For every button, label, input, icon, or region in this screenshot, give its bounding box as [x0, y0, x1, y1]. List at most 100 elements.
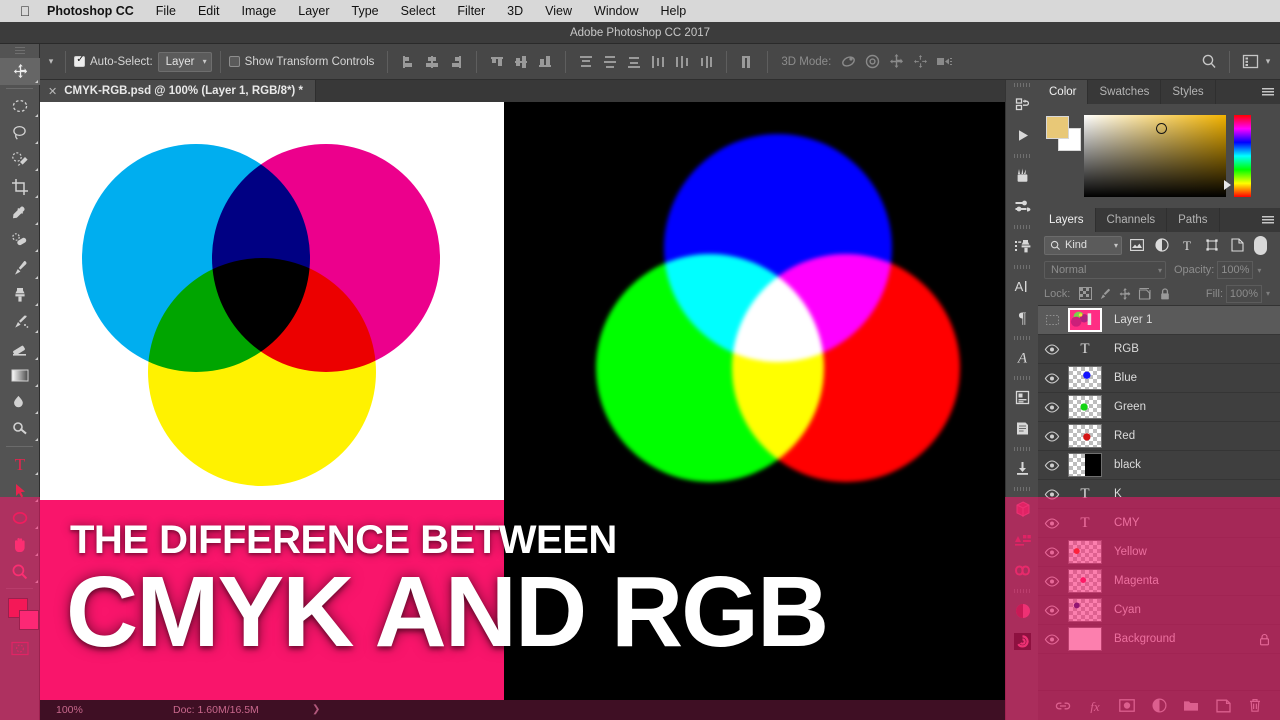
- align-top-edges-icon[interactable]: [485, 51, 509, 73]
- filter-type-icon[interactable]: T: [1177, 236, 1197, 255]
- layer-thumbnail[interactable]: [1068, 308, 1102, 332]
- tab-layers[interactable]: Layers: [1038, 208, 1096, 232]
- tab-channels[interactable]: Channels: [1096, 208, 1168, 232]
- brush-settings-icon[interactable]: [1006, 191, 1039, 222]
- lock-position-icon[interactable]: [1115, 284, 1135, 304]
- adobe-stock-icon[interactable]: [1006, 524, 1039, 555]
- creative-cloud-libraries-icon[interactable]: [1006, 555, 1039, 586]
- sidebar-item-clone-stamp-tool[interactable]: [0, 281, 40, 308]
- layer-thumbnail[interactable]: [1068, 424, 1102, 448]
- sidebar-item-quick-selection-tool[interactable]: [0, 146, 40, 173]
- foreground-color-chip[interactable]: [1046, 116, 1069, 139]
- layer-name[interactable]: Blue: [1114, 372, 1137, 384]
- layer-thumbnail[interactable]: [1068, 366, 1102, 390]
- tools-panel-grip[interactable]: [0, 44, 39, 58]
- sidebar-item-type-tool[interactable]: T: [0, 450, 40, 477]
- opacity-stepper-icon[interactable]: ▾: [1253, 266, 1265, 275]
- quick-mask-icon[interactable]: [0, 636, 40, 660]
- sidebar-item-brush-tool[interactable]: [0, 254, 40, 281]
- distribute-bottom-edges-icon[interactable]: [622, 51, 646, 73]
- filter-adjustment-icon[interactable]: [1152, 236, 1172, 255]
- hue-slider-marker[interactable]: [1224, 180, 1231, 190]
- sidebar-item-marquee-tool[interactable]: [0, 92, 40, 119]
- visibility-toggle[interactable]: [1038, 538, 1066, 567]
- layer-name[interactable]: Yellow: [1114, 546, 1147, 558]
- menu-item-window[interactable]: Window: [583, 0, 649, 22]
- paragraph-icon[interactable]: ¶: [1006, 302, 1039, 333]
- color-picker-marker[interactable]: [1156, 123, 1167, 134]
- table-row[interactable]: black: [1038, 451, 1280, 480]
- export-icon[interactable]: [1006, 453, 1039, 484]
- character-icon[interactable]: A: [1006, 271, 1039, 302]
- tab-paths[interactable]: Paths: [1167, 208, 1220, 232]
- table-row[interactable]: Blue: [1038, 364, 1280, 393]
- visibility-toggle[interactable]: [1038, 335, 1066, 364]
- menu-item-file[interactable]: File: [145, 0, 187, 22]
- glyphs-icon[interactable]: A: [1006, 342, 1039, 373]
- rail-grip[interactable]: [1006, 484, 1038, 493]
- rail-grip[interactable]: [1006, 444, 1038, 453]
- color-panel-swatches[interactable]: [1046, 116, 1081, 151]
- sidebar-item-lasso-tool[interactable]: [0, 119, 40, 146]
- auto-select-checkbox[interactable]: [74, 54, 86, 67]
- new-layer-icon[interactable]: [1214, 697, 1232, 715]
- paragraph-styles-icon[interactable]: [1006, 413, 1039, 444]
- sidebar-item-gradient-tool[interactable]: [0, 362, 40, 389]
- sidebar-item-zoom-tool[interactable]: [0, 558, 40, 585]
- tab-color[interactable]: Color: [1038, 80, 1089, 104]
- menu-item-image[interactable]: Image: [231, 0, 288, 22]
- hue-slider[interactable]: [1234, 115, 1251, 197]
- visibility-toggle[interactable]: [1038, 422, 1066, 451]
- menu-item-layer[interactable]: Layer: [287, 0, 340, 22]
- status-zoom-level[interactable]: 100%: [56, 700, 83, 720]
- rail-grip[interactable]: [1006, 333, 1038, 342]
- lock-image-pixels-icon[interactable]: [1095, 284, 1115, 304]
- align-bottom-edges-icon[interactable]: [533, 51, 557, 73]
- table-row[interactable]: Red: [1038, 422, 1280, 451]
- distribute-top-edges-icon[interactable]: [574, 51, 598, 73]
- menu-item-view[interactable]: View: [534, 0, 583, 22]
- fill-value[interactable]: 100%: [1226, 284, 1262, 303]
- adjustments-icon[interactable]: [1006, 595, 1039, 626]
- align-left-edges-icon[interactable]: [396, 51, 420, 73]
- status-doc-size[interactable]: Doc: 1.60M/16.5M: [173, 700, 259, 720]
- layer-thumbnail[interactable]: [1068, 395, 1102, 419]
- tool-preset-chevron-icon[interactable]: ▾: [45, 56, 57, 67]
- layer-list[interactable]: Layer 1 T RGB Blue Green Red black T K T…: [1038, 306, 1280, 658]
- table-row[interactable]: Green: [1038, 393, 1280, 422]
- visibility-toggle[interactable]: [1038, 596, 1066, 625]
- sidebar-item-eyedropper-tool[interactable]: [0, 200, 40, 227]
- canvas-area[interactable]: THE DIFFERENCE BETWEEN CMYK AND RGB: [40, 102, 1005, 700]
- table-row[interactable]: T CMY: [1038, 509, 1280, 538]
- table-row[interactable]: T RGB: [1038, 335, 1280, 364]
- layer-name[interactable]: CMY: [1114, 517, 1140, 529]
- rail-grip[interactable]: [1006, 151, 1038, 160]
- sidebar-item-hand-tool[interactable]: [0, 531, 40, 558]
- lock-all-icon[interactable]: [1155, 284, 1175, 304]
- lock-transparent-pixels-icon[interactable]: [1075, 284, 1095, 304]
- sidebar-item-blur-tool[interactable]: [0, 389, 40, 416]
- rail-grip[interactable]: [1006, 586, 1038, 595]
- align-horizontal-centers-icon[interactable]: [420, 51, 444, 73]
- character-styles-icon[interactable]: [1006, 382, 1039, 413]
- distribute-left-edges-icon[interactable]: [646, 51, 670, 73]
- sidebar-item-healing-brush-tool[interactable]: [0, 227, 40, 254]
- layer-name[interactable]: black: [1114, 459, 1141, 471]
- visibility-toggle[interactable]: [1038, 306, 1066, 335]
- layer-filter-kind-dropdown[interactable]: Kind ▾: [1044, 235, 1122, 255]
- distribute-vertical-centers-icon[interactable]: [598, 51, 622, 73]
- align-right-edges-icon[interactable]: [444, 51, 468, 73]
- sidebar-item-crop-tool[interactable]: [0, 173, 40, 200]
- chevron-right-icon[interactable]: ❯: [312, 700, 320, 720]
- align-distribute-options-icon[interactable]: [735, 51, 759, 73]
- new-adjustment-layer-icon[interactable]: [1150, 697, 1168, 715]
- layer-name[interactable]: Red: [1114, 430, 1135, 442]
- layer-thumbnail[interactable]: [1068, 569, 1102, 593]
- visibility-toggle[interactable]: [1038, 625, 1066, 654]
- color-swatches[interactable]: [0, 592, 40, 636]
- menu-item-filter[interactable]: Filter: [446, 0, 496, 22]
- visibility-toggle[interactable]: [1038, 509, 1066, 538]
- layer-thumbnail[interactable]: [1068, 540, 1102, 564]
- layer-thumbnail[interactable]: [1068, 627, 1102, 651]
- sidebar-item-dodge-tool[interactable]: [0, 416, 40, 443]
